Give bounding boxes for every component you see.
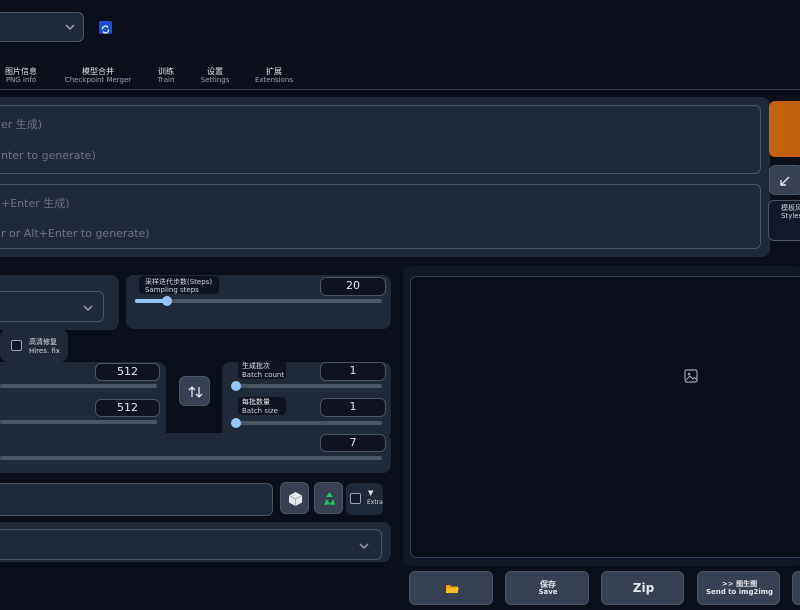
cfg-scale-track[interactable]: [0, 456, 382, 460]
batch-count-label-zh: 生成批次: [242, 362, 270, 370]
batch-count-track[interactable]: [236, 384, 382, 388]
tab-label-zh: 训练: [158, 67, 174, 76]
hires-fix-label-zh: 高清修复: [29, 338, 57, 346]
negative-placeholder-line2: r or Alt+Enter to generate): [1, 227, 150, 240]
chevron-down-icon: [65, 24, 75, 31]
output-image-area: [410, 276, 800, 558]
batch-size-label-box: 每批数量 Batch size: [238, 397, 286, 415]
tab-label-en: Checkpoint Merger: [64, 76, 132, 84]
styles-dropdown[interactable]: 模板风 Styles: [768, 200, 800, 241]
tab-label-en: Train: [157, 76, 175, 84]
sampling-steps-input[interactable]: 20: [320, 277, 386, 296]
extra-label: Extra: [367, 499, 383, 506]
tab-png-info[interactable]: 图片信息 PNG Info: [0, 67, 42, 84]
tab-extensions[interactable]: 扩展 Extensions: [252, 67, 296, 84]
zip-label: Zip: [632, 581, 655, 595]
diagonal-arrow-icon: [780, 176, 790, 186]
tab-checkpoint-merger[interactable]: 模型合并 Checkpoint Merger: [60, 67, 136, 84]
height-slider-track[interactable]: [0, 420, 157, 424]
batch-size-thumb[interactable]: [231, 418, 241, 428]
checkpoint-dropdown[interactable]: [0, 12, 84, 42]
negative-prompt-textarea[interactable]: +Enter 生成) r or Alt+Enter to generate): [0, 184, 761, 249]
tab-label-zh: 扩展: [266, 67, 282, 76]
prompt-textarea[interactable]: er 生成) nter to generate): [0, 105, 761, 174]
steps-label-en: Sampling steps: [145, 286, 199, 294]
generate-button[interactable]: [769, 101, 800, 157]
styles-label-en: Styles: [781, 212, 800, 220]
tab-label-zh: 模型合并: [82, 67, 114, 76]
batch-count-thumb[interactable]: [231, 381, 241, 391]
batch-size-label-zh: 每批数量: [242, 398, 270, 406]
reuse-seed-button[interactable]: [314, 482, 343, 514]
refresh-icon: [101, 25, 110, 34]
chevron-down-icon: [359, 543, 369, 550]
tab-label-en: Extensions: [254, 76, 293, 84]
styles-label-zh: 模板风: [781, 204, 800, 212]
tab-label-zh: 图片信息: [5, 67, 37, 76]
cfg-scale-input[interactable]: 7: [320, 434, 386, 452]
paste-params-button[interactable]: [769, 165, 800, 195]
sampling-steps-track[interactable]: [135, 299, 382, 303]
hires-fix-checkbox[interactable]: [11, 340, 22, 351]
prompt-placeholder-line2: nter to generate): [1, 149, 96, 162]
batch-size-track[interactable]: [236, 421, 382, 425]
width-input[interactable]: 512: [95, 363, 160, 381]
tab-settings[interactable]: 设置 Settings: [198, 67, 232, 84]
hires-fix-label-en: Hires. fix: [29, 347, 60, 355]
batch-count-input[interactable]: 1: [320, 362, 386, 381]
tab-train[interactable]: 训练 Train: [150, 67, 182, 84]
random-seed-button[interactable]: [280, 482, 309, 514]
recycle-icon: [324, 492, 335, 505]
script-dropdown[interactable]: [0, 529, 382, 560]
dice-icon: [288, 492, 303, 506]
tab-label-zh: 设置: [207, 67, 223, 76]
extra-seed-checkbox[interactable]: [350, 493, 361, 504]
swap-dimensions-button[interactable]: [179, 376, 210, 406]
negative-placeholder-line1: +Enter 生成): [1, 197, 70, 210]
width-slider-track[interactable]: [0, 384, 157, 388]
tab-label-en: Settings: [200, 76, 230, 84]
prompt-placeholder-line1: er 生成): [1, 118, 43, 131]
batch-size-label-en: Batch size: [242, 407, 278, 415]
height-input[interactable]: 512: [95, 399, 160, 417]
steps-label-zh: 采样迭代步数(Steps): [145, 278, 213, 286]
sampling-steps-label-box: 采样迭代步数(Steps) Sampling steps: [139, 276, 219, 294]
send-label-en: Send to img2img: [705, 588, 774, 596]
extra-arrow-icon: ▼: [368, 489, 374, 497]
seed-input[interactable]: [0, 483, 273, 516]
chevron-down-icon: [83, 305, 93, 312]
batch-count-label-en: Batch count: [242, 371, 285, 379]
refresh-button[interactable]: [99, 21, 112, 34]
batch-count-label-box: 生成批次 Batch count: [238, 361, 286, 379]
save-label-en: Save: [538, 588, 558, 596]
sampler-dropdown[interactable]: [0, 291, 104, 322]
image-placeholder-icon: [684, 369, 698, 383]
swap-vertical-icon: [188, 386, 203, 398]
tab-label-en: PNG Info: [5, 76, 37, 84]
folder-icon: [446, 585, 459, 593]
tabs-divider: [0, 89, 800, 90]
batch-size-input[interactable]: 1: [320, 398, 386, 417]
